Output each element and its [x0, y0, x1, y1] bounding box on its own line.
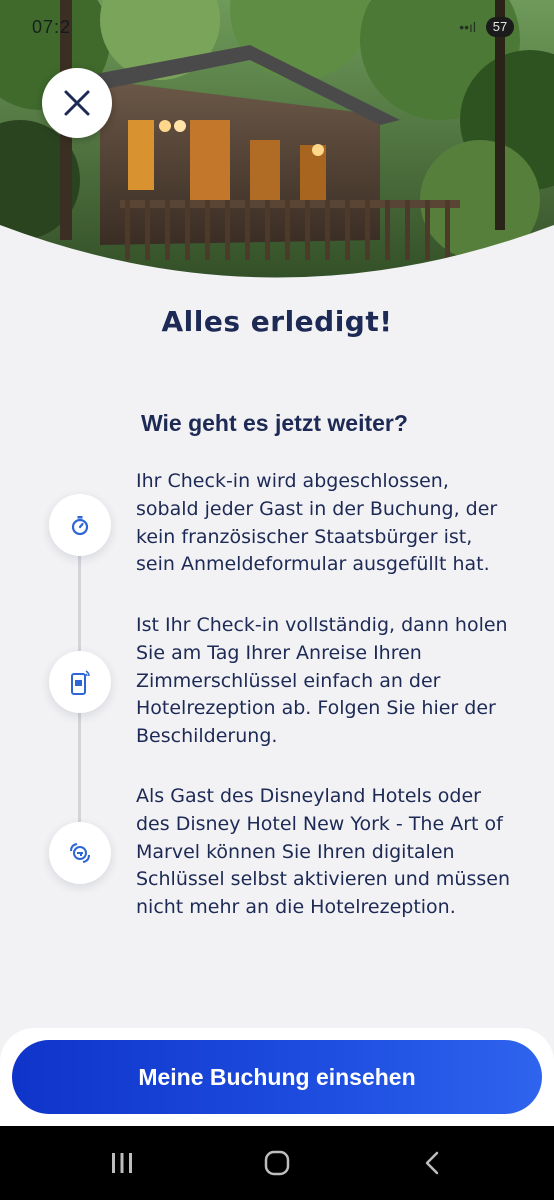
recent-apps-icon	[112, 1153, 132, 1173]
home-button[interactable]	[237, 1126, 317, 1200]
home-icon	[264, 1150, 290, 1176]
step-2-icon-wrap	[49, 651, 111, 713]
back-button[interactable]	[392, 1126, 472, 1200]
step-3-icon-wrap	[49, 822, 111, 884]
section-subtitle: Wie geht es jetzt weiter?	[141, 410, 408, 436]
step-1-text: Ihr Check-in wird abgeschlossen, sobald …	[136, 470, 498, 576]
view-booking-label: Meine Buchung einsehen	[138, 1063, 416, 1090]
system-nav-bar	[0, 1126, 554, 1200]
recent-apps-button[interactable]	[82, 1126, 162, 1200]
stopwatch-icon	[71, 516, 89, 536]
close-button[interactable]	[42, 68, 112, 138]
step-3-text: Als Gast des Disneyland Hotels oder des …	[136, 785, 511, 919]
page-title: Alles erledigt!	[161, 305, 393, 338]
step-1-icon-wrap	[49, 494, 111, 556]
status-bar: 07:2 ••ıl 57	[0, 0, 554, 60]
digital-key-icon	[70, 843, 90, 863]
status-time: 07:2	[32, 17, 72, 37]
mobile-key-icon	[71, 670, 90, 695]
battery-icon: 57	[486, 17, 514, 37]
view-booking-button[interactable]: Meine Buchung einsehen	[12, 1040, 542, 1114]
close-icon	[64, 90, 90, 116]
step-2-text: Ist Ihr Check-in vollständig, dann holen…	[136, 614, 508, 748]
back-icon	[425, 1151, 439, 1175]
signal-icon: ••ıl	[459, 19, 476, 35]
